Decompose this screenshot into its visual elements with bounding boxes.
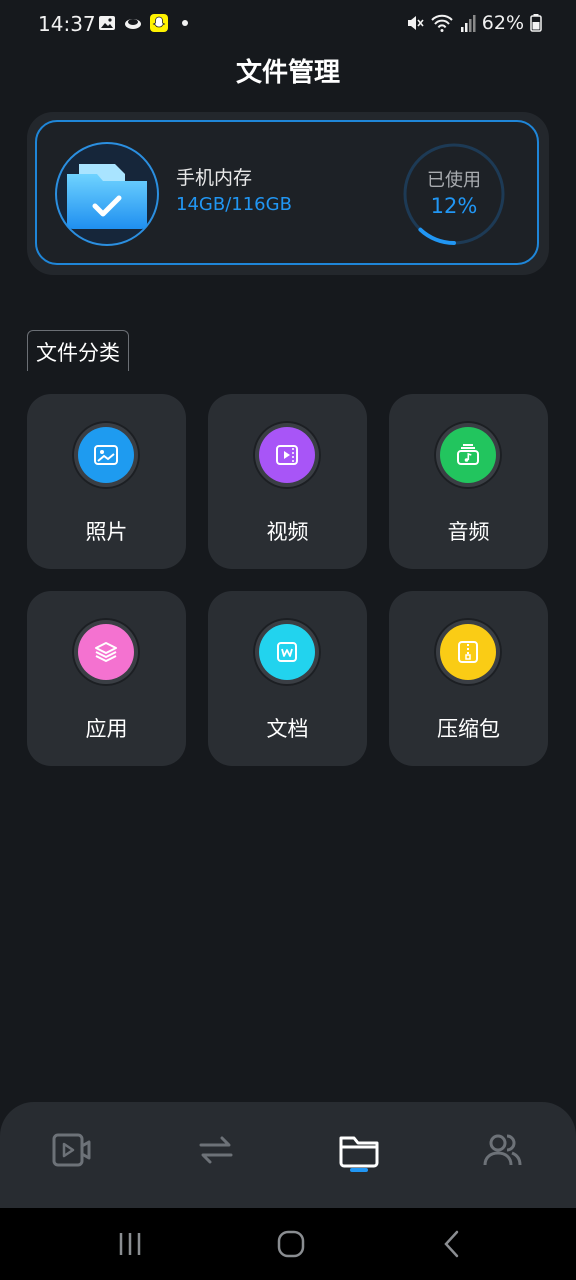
- bottom-nav: [0, 1102, 576, 1208]
- category-grid: 照片 视频 音频 应用 文档 压缩包: [27, 394, 549, 766]
- snapchat-icon: [150, 14, 168, 32]
- dot-icon: [182, 20, 188, 26]
- zip-icon: [440, 624, 496, 680]
- battery-percent: 62%: [481, 12, 524, 34]
- home-icon[interactable]: [271, 1226, 311, 1262]
- category-archives[interactable]: 压缩包: [389, 591, 548, 766]
- storage-value: 14GB/116GB: [176, 194, 292, 215]
- page-title: 文件管理: [235, 58, 340, 88]
- transfer-icon[interactable]: [186, 1120, 246, 1180]
- photo-icon: [78, 427, 134, 483]
- video-icon: [259, 427, 315, 483]
- category-label: 应用: [85, 717, 128, 741]
- storage-label: 手机内存: [176, 167, 253, 189]
- app-icon-ring: [72, 618, 140, 686]
- back-icon[interactable]: [432, 1226, 472, 1262]
- category-label: 压缩包: [437, 717, 500, 741]
- photo-icon-ring: [72, 421, 140, 489]
- wifi-icon: [431, 14, 453, 32]
- document-icon-ring: [253, 618, 321, 686]
- category-label: 文档: [266, 717, 309, 741]
- category-label: 音频: [447, 520, 490, 544]
- category-label: 照片: [85, 520, 128, 544]
- active-tab-indicator: [350, 1168, 368, 1172]
- zip-icon-ring: [434, 618, 502, 686]
- mute-icon: [407, 16, 424, 30]
- section-title: 文件分类: [27, 330, 129, 371]
- category-label: 视频: [266, 520, 309, 544]
- video-player-icon[interactable]: [42, 1120, 102, 1180]
- recent-apps-icon[interactable]: [110, 1226, 150, 1262]
- battery-icon: [530, 14, 542, 32]
- category-documents[interactable]: 文档: [208, 591, 367, 766]
- usage-percent: 12%: [430, 194, 478, 218]
- usage-label: 已使用: [427, 170, 481, 191]
- status-bar: 14:37 62%: [0, 0, 576, 48]
- system-nav-bar: [0, 1208, 576, 1280]
- category-photos[interactable]: 照片: [27, 394, 186, 569]
- category-videos[interactable]: 视频: [208, 394, 367, 569]
- document-icon: [259, 624, 315, 680]
- status-time: 14:37: [38, 12, 96, 36]
- audio-icon-ring: [434, 421, 502, 489]
- category-apps[interactable]: 应用: [27, 591, 186, 766]
- users-icon[interactable]: [473, 1120, 533, 1180]
- folder-check-icon: [55, 142, 159, 246]
- gallery-icon: [99, 16, 115, 30]
- audio-icon: [440, 427, 496, 483]
- cloud-icon: [125, 19, 141, 29]
- category-audio[interactable]: 音频: [389, 394, 548, 569]
- signal-icon: [460, 15, 476, 32]
- video-icon-ring: [253, 421, 321, 489]
- app-icon: [78, 624, 134, 680]
